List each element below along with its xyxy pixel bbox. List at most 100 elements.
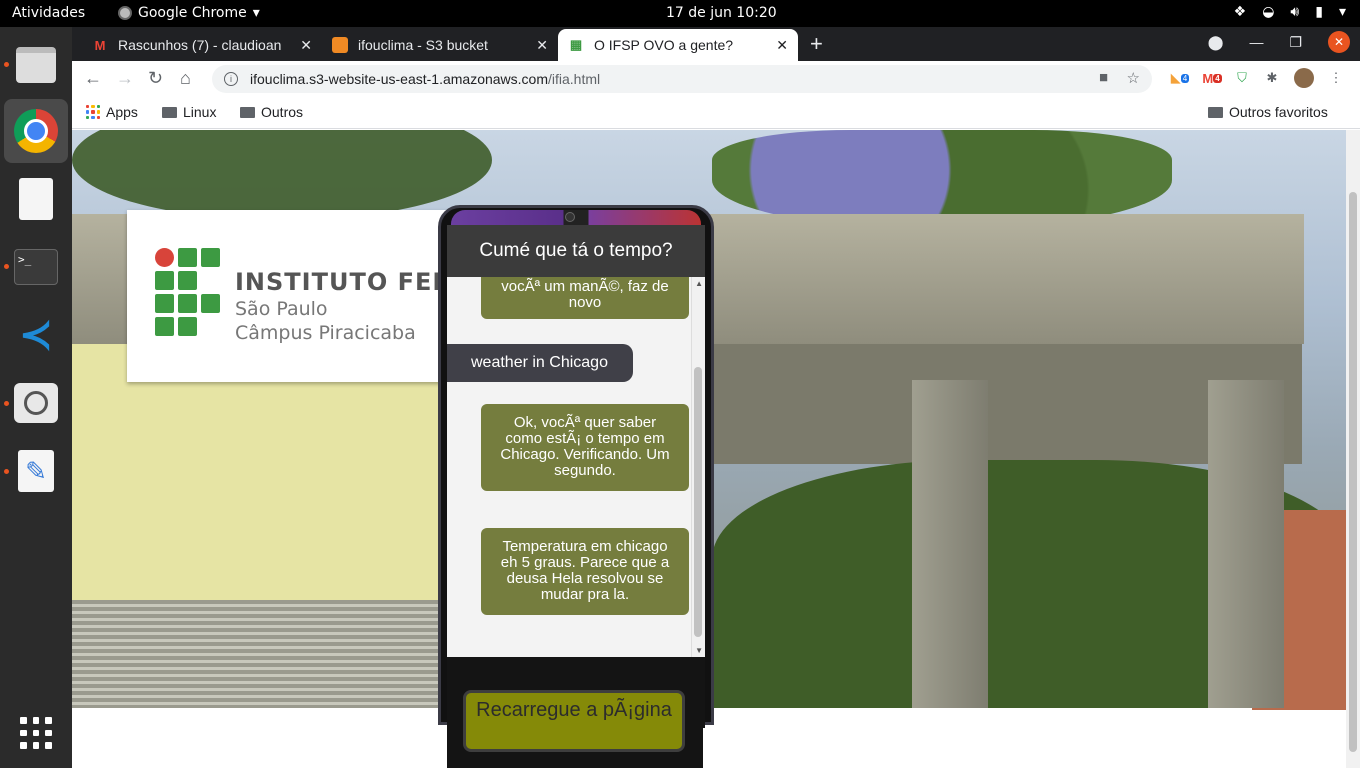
chrome-launcher[interactable] [4,99,68,163]
document-icon [19,178,53,220]
close-icon[interactable]: ✕ [300,37,312,54]
app-name: Google Chrome [138,5,247,21]
sign-campus-city: São Paulo [235,298,328,320]
new-tab-button[interactable]: + [810,31,823,57]
bookmarks-bar: Apps Linux Outros Outros favoritos [72,97,1360,129]
magnifier-icon [14,383,58,423]
minimize-icon[interactable]: — [1249,34,1263,50]
dock: >_ ≺ ✎ [0,27,72,768]
url-host: ifouclima.s3-website-us-east-1.amazonaws… [250,71,548,87]
page-scrollbar-thumb[interactable] [1349,192,1357,752]
url-path: /ifia.html [548,71,601,87]
volume-icon[interactable]: 🔊︎ [1290,4,1299,20]
folder-icon [162,106,177,118]
maximize-icon[interactable]: ❐ [1289,34,1302,51]
bookmark-folder-outros[interactable]: Outros [240,104,303,120]
tree-foliage [72,130,492,220]
chevron-down-icon: ▾ [252,5,260,21]
text-editor-launcher[interactable]: ✎ [10,445,62,497]
terminal-icon: >_ [14,249,58,285]
tab-gmail[interactable]: M Rascunhos (7) - claudioan ✕ [82,29,322,61]
show-apps-button[interactable] [10,707,62,759]
reload-icon[interactable]: ↻ [148,68,163,89]
sign-campus-name: Câmpus Piracicaba [235,322,416,344]
close-icon[interactable]: ✕ [536,37,548,54]
tab-title: ifouclima - S3 bucket [358,37,488,53]
chrome-icon [14,109,58,153]
close-window-icon[interactable]: ✕ [1328,31,1350,53]
bot-message: vocÃª um manÃ©, faz de novo [481,277,689,319]
metal-shutter [72,600,442,708]
concrete-pillar [1208,380,1284,708]
tab-search-icon[interactable]: ⬤ [1208,34,1224,51]
gmail-icon: M [94,37,106,53]
camera-notch [565,212,575,222]
activities-button[interactable]: Atividades [12,5,85,21]
info-icon[interactable]: i [224,72,238,86]
ifsp-icon: ▦ [569,37,583,52]
vscode-launcher[interactable]: ≺ [10,309,62,361]
aws-icon [332,37,348,53]
avatar[interactable] [1294,68,1314,88]
bot-message: Ok, vocÃª quer saber como estÃ¡ o tempo … [481,404,689,491]
system-top-bar: Atividades Google Chrome ▾ 17 de jun 10:… [0,0,1360,27]
chrome-small-icon [118,6,132,20]
app-grid-icon [20,717,52,749]
running-indicator [4,401,9,406]
bookmark-label: Apps [106,104,138,120]
app-menu[interactable]: Google Chrome ▾ [118,5,260,21]
user-message: weather in Chicago [447,344,633,382]
dropbox-icon[interactable]: ❖ [1234,4,1247,20]
power-menu-icon[interactable]: ▾ [1339,4,1346,20]
clock[interactable]: 17 de jun 10:20 [666,5,777,21]
back-icon[interactable]: ← [84,68,102,89]
forward-icon[interactable]: → [116,68,134,89]
terminal-launcher[interactable]: >_ [10,241,62,293]
badge: 4 [1180,73,1190,83]
document-launcher[interactable] [10,173,62,225]
window-controls: ⬤ — ❐ ✕ [1208,31,1350,53]
running-indicator [4,62,9,67]
badge: 4 [1213,73,1222,83]
bookmark-folder-linux[interactable]: Linux [162,104,216,120]
files-launcher[interactable] [10,39,62,91]
wifi-icon[interactable]: ◒ [1262,4,1274,20]
scroll-down-arrow-icon[interactable]: ▼ [695,646,703,655]
gmail-extension-icon[interactable]: M4 [1202,68,1222,88]
tab-s3[interactable]: ifouclima - S3 bucket ✕ [322,29,558,61]
puzzle-icon[interactable]: ✱ [1262,68,1282,88]
star-icon[interactable]: ☆ [1127,69,1140,87]
screenshot-launcher[interactable] [10,377,62,429]
reload-page-button[interactable]: Recarregue a pÃ¡gina [463,690,685,752]
battery-icon[interactable]: ▮ [1315,4,1323,20]
bookmark-label: Outros favoritos [1229,104,1328,120]
sign-title: INSTITUTO FED [235,268,454,296]
browser-window: M Rascunhos (7) - claudioan ✕ ifouclima … [72,27,1360,768]
tab-title: O IFSP OVO a gente? [594,37,734,53]
tab-ifsp[interactable]: ▦ O IFSP OVO a gente? ✕ [558,29,798,61]
running-indicator [4,264,9,269]
concrete-pillar [912,380,988,708]
files-icon [16,47,56,83]
pencil-icon: ✎ [18,450,54,492]
tab-strip: M Rascunhos (7) - claudioan ✕ ifouclima … [72,27,1360,61]
system-tray[interactable]: ❖ ◒ 🔊︎ ▮ ▾ [1234,4,1346,20]
chat-scrollbar[interactable]: ▲ ▼ [691,277,705,657]
tab-title: Rascunhos (7) - claudioan [118,37,282,53]
close-icon[interactable]: ✕ [776,37,788,54]
chat-footer: Recarregue a pÃ¡gina [447,657,705,752]
bookmark-apps[interactable]: Apps [86,104,138,120]
home-icon[interactable]: ⌂ [180,68,191,89]
bookmark-folder-outros-favoritos[interactable]: Outros favoritos [1208,104,1328,120]
chat-conversation[interactable]: vocÃª um manÃ©, faz de novo weather in C… [447,277,705,657]
camera-icon[interactable]: ■ [1099,69,1108,86]
address-bar[interactable]: i ifouclima.s3-website-us-east-1.amazona… [212,65,1152,93]
bookmark-label: Linux [183,104,217,120]
vscode-icon: ≺ [19,313,53,357]
more-menu-icon[interactable]: ⋮ [1326,68,1346,88]
rss-extension-icon[interactable]: ◣ 4 [1170,68,1190,88]
shield-icon[interactable]: ⛉ [1232,68,1252,88]
scrollbar-thumb[interactable] [694,367,702,637]
scroll-up-arrow-icon[interactable]: ▲ [695,279,703,288]
page-scrollbar[interactable] [1346,130,1360,768]
